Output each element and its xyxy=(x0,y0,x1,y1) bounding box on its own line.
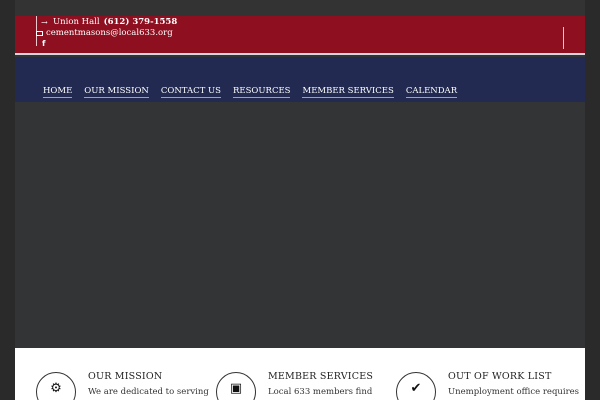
nav-our-mission[interactable]: OUR MISSION xyxy=(84,86,149,98)
arrow-right-icon: → xyxy=(41,17,48,27)
features-section: ⚙ OUR MISSION We are dedicated to servin… xyxy=(15,348,585,400)
feature-title[interactable]: OUR MISSION xyxy=(88,371,162,382)
feature-text: Unemployment office requires xyxy=(448,387,580,397)
nav-home[interactable]: HOME xyxy=(43,86,73,98)
address-book-icon: ▣ xyxy=(216,372,256,400)
feature-title[interactable]: MEMBER SERVICES xyxy=(268,371,373,382)
feature-our-mission[interactable]: ⚙ OUR MISSION We are dedicated to servin… xyxy=(15,348,209,400)
hero-banner xyxy=(15,102,585,348)
divider xyxy=(563,27,564,49)
check-icon: ✔ xyxy=(396,372,436,400)
envelope-icon xyxy=(36,30,43,36)
top-contact-bar: → Union Hall (612) 379-1558 cementmasons… xyxy=(15,16,585,55)
facebook-icon[interactable]: f xyxy=(42,39,45,48)
nav-calendar[interactable]: CALENDAR xyxy=(405,86,458,98)
facebook-link[interactable]: f xyxy=(42,39,45,48)
page-container: → Union Hall (612) 379-1558 cementmasons… xyxy=(15,0,585,400)
feature-text: Local 633 members find xyxy=(268,387,373,397)
phone-prefix: Union Hall xyxy=(53,17,100,27)
feature-member-services[interactable]: ▣ MEMBER SERVICES Local 633 members find xyxy=(195,348,375,400)
nav-member-services[interactable]: MEMBER SERVICES xyxy=(302,86,394,98)
gear-icon: ⚙ xyxy=(36,372,76,400)
phone-contact[interactable]: → Union Hall (612) 379-1558 xyxy=(41,17,177,27)
phone-number[interactable]: (612) 379-1558 xyxy=(104,17,178,27)
feature-out-of-work-list[interactable]: ✔ OUT OF WORK LIST Unemployment office r… xyxy=(375,348,579,400)
main-nav: HOME OUR MISSION CONTACT US RESOURCES ME… xyxy=(43,86,458,98)
email-link[interactable]: cementmasons@local633.org xyxy=(46,28,173,38)
email-contact[interactable]: cementmasons@local633.org xyxy=(36,28,173,38)
nav-contact-us[interactable]: CONTACT US xyxy=(160,86,221,98)
nav-resources[interactable]: RESOURCES xyxy=(232,86,291,98)
main-navigation-bar: HOME OUR MISSION CONTACT US RESOURCES ME… xyxy=(15,57,585,102)
feature-title[interactable]: OUT OF WORK LIST xyxy=(448,371,551,382)
feature-text: We are dedicated to serving xyxy=(88,387,209,397)
